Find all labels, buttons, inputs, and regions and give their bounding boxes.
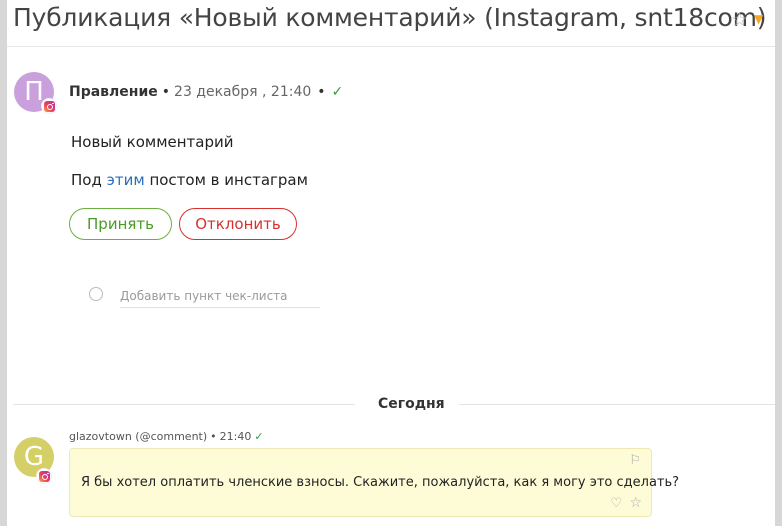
post-line-2-suffix: постом в инстаграм — [149, 171, 308, 189]
checkmark-icon: ✓ — [331, 84, 344, 100]
post-author[interactable]: Правление — [69, 84, 158, 100]
caret-down-icon[interactable]: ▼ — [754, 12, 763, 26]
meta-dot: • — [161, 84, 171, 100]
publication-window: Публикация «Новый комментарий» (Instagra… — [7, 0, 775, 526]
heart-icon[interactable]: ♡ — [610, 496, 622, 511]
checkmark-icon: ✓ — [254, 430, 264, 443]
divider — [459, 404, 775, 405]
page-title: Публикация «Новый комментарий» (Instagra… — [13, 3, 767, 32]
header: Публикация «Новый комментарий» (Instagra… — [7, 0, 775, 47]
meta-dot: • — [210, 430, 217, 443]
meta-dot: • — [317, 84, 326, 100]
flag-icon[interactable]: ⚐ — [629, 453, 641, 468]
star-icon[interactable]: ☆ — [629, 495, 642, 511]
post-meta: Правление • 23 декабря , 21:40 • ✓ — [69, 84, 343, 100]
accept-button[interactable]: Принять — [69, 208, 172, 240]
post-line-2-prefix: Под — [71, 171, 102, 189]
post-line-1: Новый комментарий — [71, 133, 234, 151]
comment-bubble: ⚐ Я бы хотел оплатить членские взносы. С… — [69, 448, 679, 517]
divider — [13, 404, 355, 405]
instagram-icon — [36, 468, 52, 484]
post-date: 23 декабря , 21:40 — [174, 84, 312, 100]
star-outline-icon[interactable]: ☆ — [731, 9, 748, 31]
comment-time: 21:40 — [219, 430, 252, 443]
comment-text: Я бы хотел оплатить членские взносы. Ска… — [81, 475, 680, 490]
post-link[interactable]: этим — [107, 171, 145, 189]
comment-author[interactable]: glazovtown (@comment) — [69, 430, 207, 443]
instagram-icon — [41, 98, 57, 114]
post-line-2: Под этим постом в инстаграм — [71, 171, 308, 189]
reject-button[interactable]: Отклонить — [179, 208, 297, 240]
checklist-circle-icon[interactable] — [89, 287, 103, 301]
checklist-input[interactable] — [120, 285, 320, 308]
comment-meta: glazovtown (@comment) • 21:40 ✓ — [69, 430, 264, 443]
date-separator: Сегодня — [378, 396, 445, 412]
